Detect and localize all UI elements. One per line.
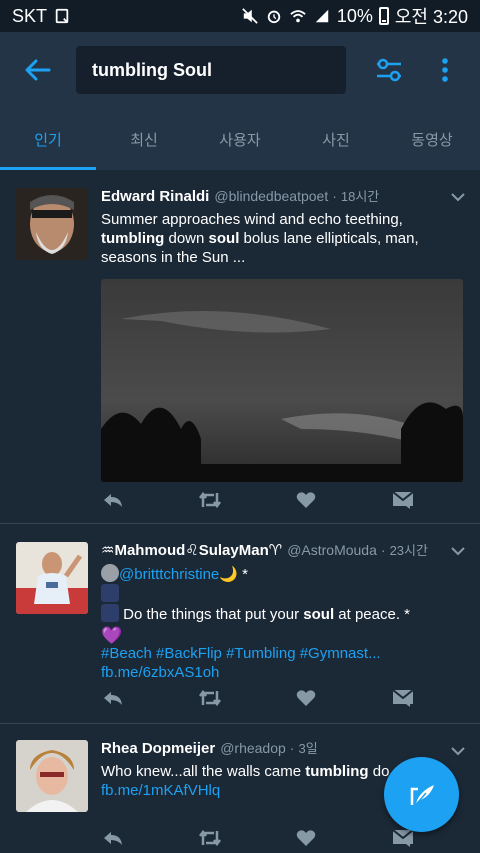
- battery-percent: 10%: [336, 5, 373, 26]
- filter-sliders-icon: [377, 58, 401, 82]
- like-button[interactable]: [294, 686, 318, 710]
- battery-icon: [378, 7, 389, 25]
- more-options-button[interactable]: [440, 55, 450, 85]
- mention-link[interactable]: @britttchristine: [119, 566, 219, 583]
- author-name[interactable]: Edward Rinaldi: [101, 188, 209, 205]
- reply-button[interactable]: [101, 826, 125, 850]
- heart-icon: [297, 492, 316, 508]
- author-name[interactable]: Rhea Dopmeijer: [101, 740, 215, 757]
- like-button[interactable]: [294, 826, 318, 850]
- clock: 오전 3:20: [394, 7, 468, 27]
- tweet-menu-chevron-icon[interactable]: [450, 746, 466, 756]
- tweet-time: 23시간: [389, 543, 428, 558]
- search-filter-button[interactable]: [374, 55, 404, 85]
- tweet-time: 18시간: [340, 189, 380, 204]
- back-arrow-icon: [25, 59, 51, 81]
- direct-message-button[interactable]: [391, 488, 415, 512]
- tweet-menu-chevron-icon[interactable]: [450, 546, 466, 556]
- search-tabs: 인기 최신 사용자 사진 동영상: [0, 108, 480, 170]
- tab-latest[interactable]: 최신: [96, 108, 192, 170]
- author-handle: @AstroMouda: [287, 542, 377, 558]
- reply-icon: [104, 494, 122, 507]
- heart-emoji-icon: 💜: [101, 626, 123, 645]
- cityscape-emoji-icon: [101, 604, 119, 622]
- author-handle: @rheadop: [220, 740, 286, 756]
- retweet-button[interactable]: [198, 488, 222, 512]
- wifi-icon: [290, 10, 306, 23]
- tweet-actions: [101, 686, 415, 710]
- reply-button[interactable]: [101, 686, 125, 710]
- tab-people[interactable]: 사용자: [192, 108, 288, 170]
- compose-tweet-button[interactable]: [384, 757, 459, 832]
- avatar[interactable]: [16, 740, 88, 812]
- search-header: tumbling Soul: [0, 32, 480, 108]
- author-name[interactable]: ♒Mahmoud♌SulayMan♈: [101, 541, 282, 559]
- external-link[interactable]: fb.me/6zbxAS1oh: [101, 663, 464, 682]
- tweet-menu-chevron-icon[interactable]: [450, 192, 466, 202]
- screenshot-notification-icon: [55, 8, 69, 24]
- tweet-actions: [101, 488, 415, 512]
- retweet-icon: [198, 689, 221, 707]
- search-input[interactable]: tumbling Soul: [76, 46, 346, 94]
- back-button[interactable]: [0, 32, 76, 108]
- alarm-icon: [267, 10, 281, 24]
- avatar[interactable]: [16, 188, 88, 260]
- tab-top[interactable]: 인기: [0, 108, 96, 170]
- message-icon: [392, 829, 414, 847]
- reply-icon: [104, 832, 122, 845]
- tweet-actions: [101, 826, 415, 850]
- reply-icon: [104, 692, 122, 705]
- reply-button[interactable]: [101, 488, 125, 512]
- tab-photos[interactable]: 사진: [288, 108, 384, 170]
- hashtags[interactable]: #Beach #BackFlip #Tumbling #Gymnast...: [101, 644, 464, 663]
- more-vertical-icon: [442, 58, 448, 82]
- like-button[interactable]: [294, 488, 318, 512]
- message-icon: [392, 491, 414, 509]
- sun-emoji-icon: [101, 564, 119, 582]
- direct-message-button[interactable]: [391, 686, 415, 710]
- retweet-button[interactable]: [198, 686, 222, 710]
- tweet-text: Summer approaches wind and echo teething…: [101, 211, 419, 266]
- retweet-button[interactable]: [198, 826, 222, 850]
- tweet-text: @britttchristine🌙 * Do the things that p…: [101, 564, 464, 682]
- retweet-icon: [198, 829, 221, 847]
- avatar[interactable]: [16, 542, 88, 614]
- author-handle: @blindedbeatpoet: [214, 188, 329, 204]
- message-icon: [392, 689, 414, 707]
- heart-icon: [297, 690, 316, 706]
- compose-feather-icon: [410, 784, 434, 807]
- carrier-label: SKT: [12, 5, 48, 26]
- tweet-time: 3일: [298, 741, 318, 756]
- signal-icon: [315, 9, 329, 23]
- cityscape-emoji-icon: [101, 584, 119, 602]
- heart-icon: [297, 830, 316, 846]
- tweet-photo[interactable]: [101, 279, 463, 482]
- tweet[interactable]: Edward Rinaldi @blindedbeatpoet · 18시간 S…: [0, 170, 480, 524]
- tweet[interactable]: ♒Mahmoud♌SulayMan♈ @AstroMouda · 23시간 @b…: [0, 524, 480, 724]
- tab-videos[interactable]: 동영상: [384, 108, 480, 170]
- retweet-icon: [198, 491, 221, 509]
- status-bar: SKT 10% 오전 3:20: [0, 0, 480, 32]
- mute-icon: [242, 8, 258, 24]
